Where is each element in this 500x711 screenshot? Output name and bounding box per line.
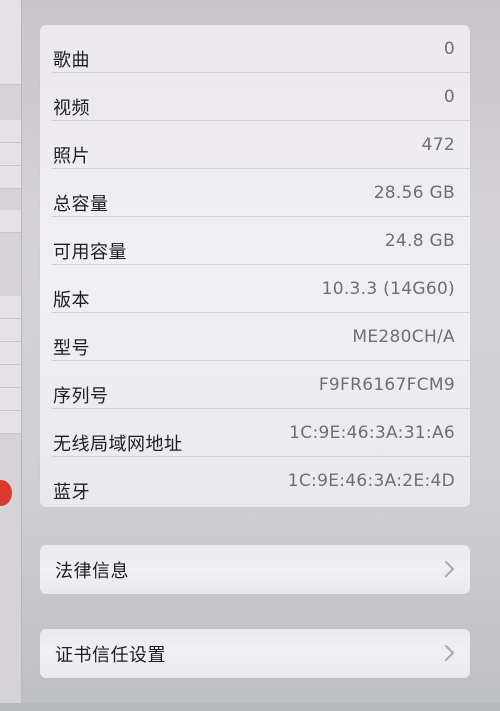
master-pane-cell[interactable] [0,210,21,233]
row-videos: 视频 0 [40,73,470,121]
master-pane-cell[interactable] [0,143,21,166]
chevron-right-icon [445,645,454,661]
row-capacity: 总容量 28.56 GB [40,169,470,217]
master-pane-cell[interactable] [0,0,21,85]
master-pane-cell[interactable] [0,411,21,434]
master-pane-cell[interactable] [0,365,21,388]
master-pane-cell[interactable] [0,296,21,319]
row-photos: 照片 472 [40,121,470,169]
master-pane-cell[interactable] [0,342,21,365]
row-label: 序列号 [53,386,109,407]
master-pane [0,0,22,711]
chevron-right-icon [445,561,454,577]
master-pane-cell[interactable] [0,120,21,143]
certificate-trust-settings-row[interactable]: 证书信任设置 [40,629,470,678]
row-value: 1C:9E:46:3A:2E:4D [287,471,455,491]
master-pane-cell[interactable] [0,166,21,189]
row-value: F9FR6167FCM9 [318,375,455,395]
row-label: 型号 [53,338,90,359]
row-value: 0 [443,87,455,107]
row-songs: 歌曲 0 [40,25,470,73]
row-label: 蓝牙 [53,482,90,503]
row-model: 型号 ME280CH/A [40,313,470,361]
row-label: 版本 [53,290,90,311]
row-wifi-address: 无线局域网地址 1C:9E:46:3A:31:A6 [40,409,470,457]
row-label: 总容量 [53,194,109,215]
row-value: 0 [443,39,455,59]
row-label: 视频 [53,98,90,119]
row-value: ME280CH/A [352,327,455,347]
row-value: 24.8 GB [384,231,455,251]
row-label: 照片 [53,146,90,167]
row-value: 1C:9E:46:3A:31:A6 [289,423,455,443]
row-available: 可用容量 24.8 GB [40,217,470,265]
legal-info-label: 法律信息 [55,561,129,582]
notification-badge [0,480,12,506]
row-label: 可用容量 [53,242,127,263]
certificate-trust-settings-label: 证书信任设置 [55,645,166,666]
row-version: 版本 10.3.3 (14G60) [40,265,470,313]
row-label: 无线局域网地址 [53,434,183,455]
master-pane-cell[interactable] [0,319,21,342]
legal-info-row[interactable]: 法律信息 [40,545,470,594]
bottom-edge [0,703,500,711]
row-value: 10.3.3 (14G60) [321,279,455,299]
row-serial: 序列号 F9FR6167FCM9 [40,361,470,409]
row-value: 472 [421,135,455,155]
about-info-group: 歌曲 0 视频 0 照片 472 总容量 28.56 GB 可用容量 24.8 … [40,25,470,507]
row-label: 歌曲 [53,50,90,71]
master-pane-cell[interactable] [0,388,21,411]
row-bluetooth: 蓝牙 1C:9E:46:3A:2E:4D [40,457,470,505]
row-value: 28.56 GB [373,183,455,203]
